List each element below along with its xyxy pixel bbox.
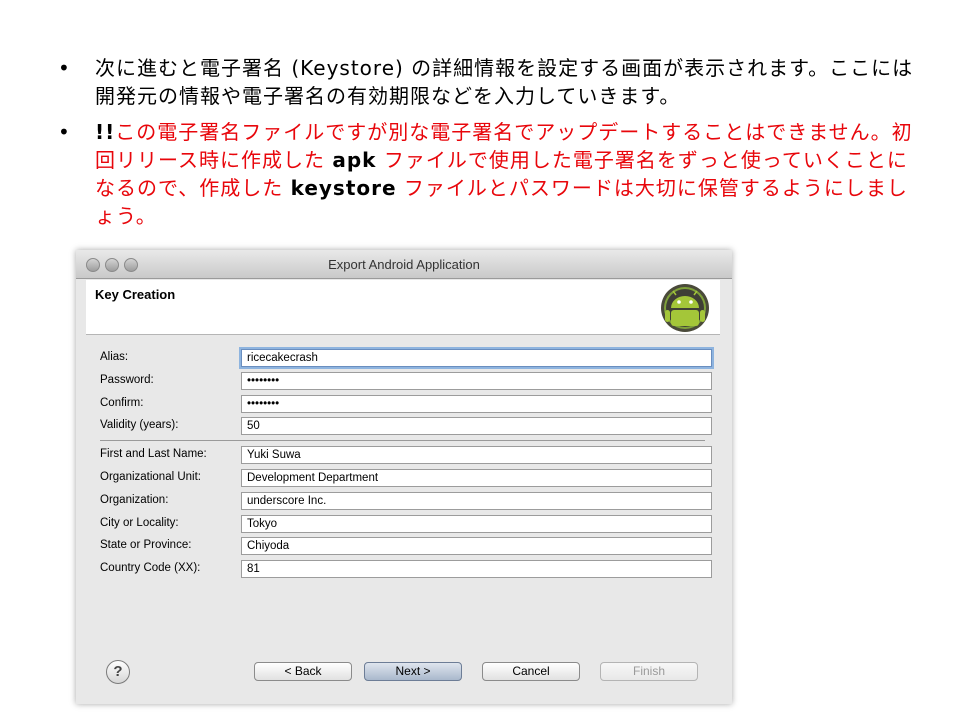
bullet-text-2: !!この電子署名ファイルですが別な電子署名でアップデートすることはできません。初… (95, 118, 918, 230)
country-label: Country Code (XX): (100, 562, 201, 574)
alias-label: Alias: (100, 351, 129, 363)
validity-row: Validity (years): 50 (100, 417, 716, 435)
organization-label: Organization: (100, 494, 169, 506)
state-input[interactable]: Chiyoda (241, 537, 712, 555)
country-input[interactable]: 81 (241, 560, 712, 578)
validity-label: Validity (years): (100, 419, 179, 431)
state-label: State or Province: (100, 539, 192, 551)
help-icon[interactable]: ? (106, 660, 130, 684)
state-row: State or Province: Chiyoda (100, 537, 716, 555)
form-separator (100, 440, 705, 441)
page-title: Key Creation (95, 287, 176, 302)
back-button[interactable]: < Back (254, 662, 352, 681)
confirm-row: Confirm: •••••••• (100, 395, 716, 413)
bullet-text-1: 次に進むと電子署名 (Keystore) の詳細情報を設定する画面が表示されます… (95, 56, 914, 108)
alias-input[interactable]: ricecakecrash (241, 349, 712, 367)
password-label: Password: (100, 374, 154, 386)
unit-label: Organizational Unit: (100, 471, 201, 483)
confirm-password-input[interactable]: •••••••• (241, 395, 712, 413)
window-title: Export Android Application (328, 257, 480, 272)
password-row: Password: •••••••• (100, 372, 716, 390)
organization-input[interactable]: underscore Inc. (241, 492, 712, 510)
keystore-term: keystore (290, 176, 397, 200)
city-row: City or Locality: Tokyo (100, 515, 716, 533)
name-input[interactable]: Yuki Suwa (241, 446, 712, 464)
warning-prefix: !! (95, 120, 116, 144)
name-label: First and Last Name: (100, 448, 207, 460)
bullet-marker: • (58, 56, 70, 80)
confirm-label: Confirm: (100, 397, 144, 409)
wizard-header: Key Creation (86, 280, 720, 335)
wizard-footer: ? < Back Next > Cancel Finish (86, 655, 720, 691)
apk-term: apk (332, 148, 377, 172)
organization-row: Organization: underscore Inc. (100, 492, 716, 510)
validity-input[interactable]: 50 (241, 417, 712, 435)
android-icon (661, 284, 709, 332)
unit-input[interactable]: Development Department (241, 469, 712, 487)
bullet-item-2: • !!この電子署名ファイルですが別な電子署名でアップデートすることはできません… (58, 118, 918, 230)
finish-button[interactable]: Finish (600, 662, 698, 681)
window-titlebar[interactable]: Export Android Application (76, 250, 732, 279)
cancel-button[interactable]: Cancel (482, 662, 580, 681)
city-input[interactable]: Tokyo (241, 515, 712, 533)
name-row: First and Last Name: Yuki Suwa (100, 446, 716, 464)
city-label: City or Locality: (100, 517, 179, 529)
next-button[interactable]: Next > (364, 662, 462, 681)
export-dialog-window: Export Android Application Key Creation … (76, 250, 732, 704)
key-creation-form: Alias: ricecakecrash Password: •••••••• … (86, 335, 720, 635)
bullet-marker: • (58, 120, 70, 144)
country-row: Country Code (XX): 81 (100, 560, 716, 578)
password-input[interactable]: •••••••• (241, 372, 712, 390)
bullet-item-1: • 次に進むと電子署名 (Keystore) の詳細情報を設定する画面が表示され… (58, 54, 918, 110)
slide-bullets: • 次に進むと電子署名 (Keystore) の詳細情報を設定する画面が表示され… (58, 54, 918, 238)
unit-row: Organizational Unit: Development Departm… (100, 469, 716, 487)
alias-row: Alias: ricecakecrash (100, 349, 716, 367)
